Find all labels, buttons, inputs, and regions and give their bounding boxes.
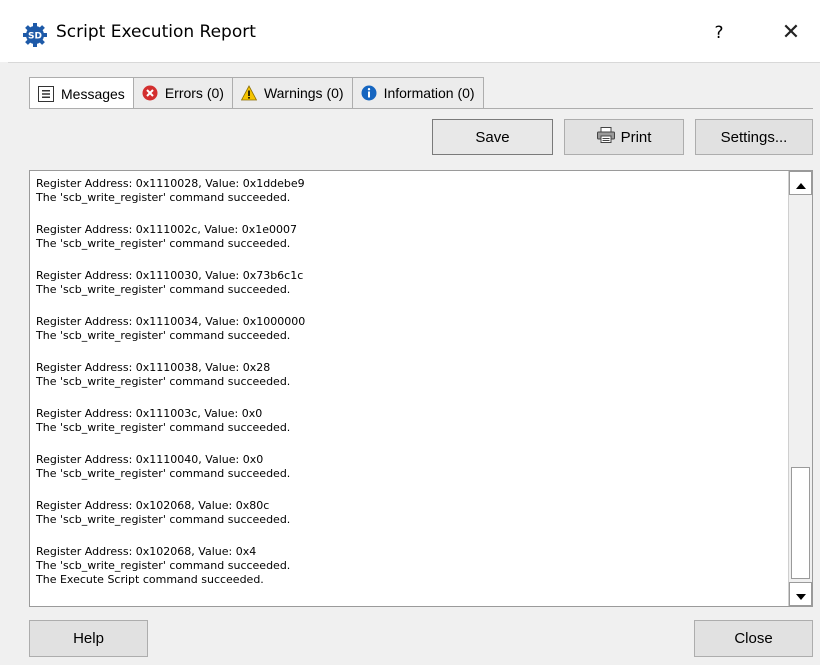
tab-errors-label: Errors (0) — [164, 85, 224, 101]
log-entry: Register Address: 0x1110038, Value: 0x28… — [36, 361, 784, 389]
log-line: The 'scb_write_register' command succeed… — [36, 513, 291, 526]
script-execution-report-dialog: SD Script Execution Report ? ✕ Messages — [0, 0, 820, 665]
log-entry: Register Address: 0x111002c, Value: 0x1e… — [36, 223, 784, 251]
help-button[interactable]: Help — [29, 620, 148, 657]
log-line: Register Address: 0x1110040, Value: 0x0 — [36, 453, 264, 466]
tab-warnings-label: Warnings (0) — [263, 85, 344, 101]
log-entry: Register Address: 0x1110030, Value: 0x73… — [36, 269, 784, 297]
tab-information[interactable]: Information (0) — [351, 77, 484, 108]
log-entry: Register Address: 0x102068, Value: 0x4 Th… — [36, 545, 784, 587]
window-title: Script Execution Report — [56, 22, 256, 42]
print-button[interactable]: Print — [564, 119, 684, 155]
arrow-up-icon — [795, 174, 806, 193]
log-line: Register Address: 0x1110028, Value: 0x1d… — [36, 177, 305, 190]
warning-icon — [240, 85, 257, 101]
save-button[interactable]: Save — [432, 119, 553, 155]
log-line: Register Address: 0x1110034, Value: 0x10… — [36, 315, 306, 328]
log-line: Register Address: 0x102068, Value: 0x80c — [36, 499, 270, 512]
log-line: The 'scb_write_register' command succeed… — [36, 191, 291, 204]
log-line: Register Address: 0x111002c, Value: 0x1e… — [36, 223, 298, 236]
vertical-scrollbar[interactable] — [788, 171, 812, 606]
context-help-button[interactable]: ? — [706, 20, 732, 46]
settings-button[interactable]: Settings... — [695, 119, 813, 155]
log-line: The 'scb_write_register' command succeed… — [36, 559, 291, 572]
log-line: The Execute Script command succeeded. — [36, 573, 264, 586]
arrow-down-icon — [795, 585, 806, 604]
tab-warnings[interactable]: Warnings (0) — [231, 77, 353, 108]
log-entry: Register Address: 0x1110040, Value: 0x0 T… — [36, 453, 784, 481]
log-line: Register Address: 0x1110038, Value: 0x28 — [36, 361, 271, 374]
close-icon[interactable]: ✕ — [776, 18, 806, 48]
close-button-label: Close — [734, 630, 773, 647]
tab-errors[interactable]: Errors (0) — [132, 77, 233, 108]
scroll-up-button[interactable] — [789, 171, 812, 195]
scroll-down-button[interactable] — [789, 582, 812, 606]
message-log[interactable]: Register Address: 0x1110028, Value: 0x1d… — [29, 170, 813, 607]
log-line: Register Address: 0x1110030, Value: 0x73… — [36, 269, 304, 282]
print-button-label: Print — [620, 128, 652, 146]
list-icon — [38, 85, 54, 102]
log-line: The 'scb_write_register' command succeed… — [36, 237, 291, 250]
log-entry: Register Address: 0x102068, Value: 0x80c… — [36, 499, 784, 527]
error-icon — [142, 85, 158, 101]
sd-gear-icon: SD — [22, 22, 48, 48]
close-button[interactable]: Close — [694, 620, 813, 657]
log-line: The 'scb_write_register' command succeed… — [36, 421, 291, 434]
message-tabs: Messages Errors (0) Warnings (0) Informa… — [29, 77, 484, 109]
log-line: The 'scb_write_register' command succeed… — [36, 375, 291, 388]
log-line: The 'scb_write_register' command succeed… — [36, 283, 291, 296]
tab-information-label: Information (0) — [383, 85, 475, 101]
log-entry: Register Address: 0x111003c, Value: 0x0 T… — [36, 407, 784, 435]
title-bar: SD Script Execution Report ? ✕ — [0, 0, 820, 62]
log-line: The 'scb_write_register' command succeed… — [36, 329, 291, 342]
tab-divider — [29, 108, 813, 109]
tab-messages-label: Messages — [61, 85, 125, 102]
save-button-label: Save — [475, 128, 510, 146]
printer-icon — [596, 127, 615, 147]
tab-messages[interactable]: Messages — [29, 77, 134, 109]
scroll-thumb[interactable] — [791, 467, 810, 579]
app-icon-text: SD — [28, 32, 42, 42]
settings-button-label: Settings... — [720, 128, 788, 146]
message-log-content: Register Address: 0x1110028, Value: 0x1d… — [36, 177, 784, 605]
log-line: Register Address: 0x111003c, Value: 0x0 — [36, 407, 263, 420]
log-entry: Register Address: 0x1110028, Value: 0x1d… — [36, 177, 784, 205]
log-line: The 'scb_write_register' command succeed… — [36, 467, 291, 480]
info-icon — [361, 85, 377, 101]
help-button-label: Help — [73, 630, 104, 647]
log-line: Register Address: 0x102068, Value: 0x4 — [36, 545, 257, 558]
log-entry: Register Address: 0x1110034, Value: 0x10… — [36, 315, 784, 343]
